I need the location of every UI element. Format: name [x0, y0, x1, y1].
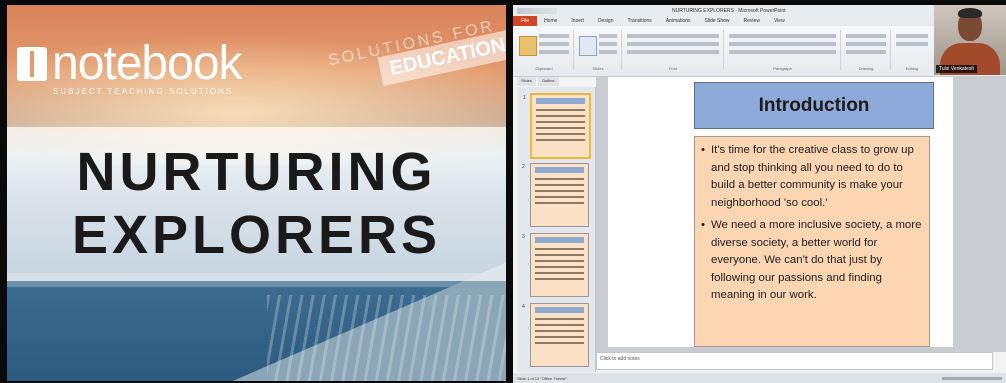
group-label: Editing [905, 66, 919, 71]
bullet-text: It's time for the creative class to grow… [711, 144, 914, 209]
group-drawing: Drawing [842, 30, 891, 71]
slide-thumbnail[interactable]: 3 [522, 233, 589, 297]
group-editing: Editing [892, 30, 932, 71]
boat-rigging [267, 295, 506, 381]
slide-number: 2 [522, 164, 525, 170]
slide-pane-tabs: Slides Outline [517, 77, 587, 86]
window-title: NURTURING EXPLORERS - Microsoft PowerPoi… [672, 7, 786, 14]
group-label: Paragraph [773, 66, 792, 71]
webcam-name-label: Tulsi Venkatesh [936, 65, 978, 73]
group-label: Slides [592, 66, 604, 71]
ribbon-tabs: File Home Insert Design Transitions Anim… [513, 16, 1006, 26]
zoom-slider[interactable] [942, 376, 1002, 380]
bullet-item: • It's time for the creative class to gro… [701, 142, 925, 212]
slide-thumbnail[interactable]: 2 [522, 163, 589, 227]
current-slide[interactable]: Introduction • It's time for the creative… [608, 77, 953, 347]
group-paragraph: Paragraph [725, 30, 841, 71]
slide-thumbnails: 1 2 3 4 [517, 87, 596, 372]
tab-outline-pane[interactable]: Outline [537, 77, 559, 86]
tab-view[interactable]: View [767, 18, 792, 24]
slide-number: 1 [523, 95, 526, 101]
bullet-text: We need a more inclusive society, a more… [711, 219, 922, 301]
ribbon: Clipboard Slides Font Paragraph Drawing … [513, 26, 1006, 77]
book-icon [17, 47, 47, 81]
notebook-logo: notebook [17, 37, 243, 90]
slide-heading[interactable]: Introduction [694, 82, 934, 129]
slide-thumbnail[interactable]: 4 [522, 303, 589, 367]
tab-review[interactable]: Review [737, 18, 767, 24]
tab-transitions[interactable]: Transitions [621, 18, 659, 24]
new-slide-icon[interactable] [579, 36, 597, 56]
group-clipboard: Clipboard [515, 30, 574, 71]
logo-tagline: SUBJECT TEACHING SOLUTIONS [53, 87, 234, 96]
logo-wordmark: notebook [52, 37, 243, 90]
title-card: notebook SUBJECT TEACHING SOLUTIONS SOLU… [7, 5, 506, 381]
slide-thumbnail[interactable]: 1 [523, 93, 591, 159]
presenter-hair [958, 8, 982, 18]
tab-home[interactable]: Home [537, 18, 564, 24]
tab-animations[interactable]: Animations [659, 18, 698, 24]
powerpoint-window: NURTURING EXPLORERS - Microsoft PowerPoi… [513, 5, 1006, 383]
group-label: Clipboard [535, 66, 553, 71]
slide-number: 4 [522, 304, 525, 310]
title-line-2: EXPLORERS [71, 205, 442, 265]
status-text: Slide 1 of 13 "Office Theme" [517, 375, 568, 381]
webcam-overlay: Tulsi Venkatesh [934, 5, 1006, 75]
tab-slides-pane[interactable]: Slides [517, 77, 536, 86]
status-bar: Slide 1 of 13 "Office Theme" [513, 373, 1006, 383]
slide-body[interactable]: • It's time for the creative class to gro… [694, 136, 930, 347]
paste-icon[interactable] [519, 36, 537, 56]
tab-insert[interactable]: Insert [564, 18, 591, 24]
group-slides: Slides [575, 30, 622, 71]
group-font: Font [623, 30, 724, 71]
tab-file[interactable]: File [513, 16, 538, 26]
bullet-item: • We need a more inclusive society, a mor… [701, 217, 925, 305]
notes-pane[interactable]: Click to add notes [596, 352, 993, 370]
tab-slideshow[interactable]: Slide Show [698, 18, 737, 24]
quick-access-toolbar[interactable] [517, 7, 557, 14]
tab-design[interactable]: Design [591, 18, 621, 24]
group-label: Font [668, 66, 677, 71]
group-label: Drawing [858, 66, 874, 71]
slide-number: 3 [522, 234, 525, 240]
title-bar: NURTURING EXPLORERS - Microsoft PowerPoi… [513, 5, 1006, 16]
title-line-1: NURTURING [76, 142, 437, 202]
slide-canvas: Introduction • It's time for the creative… [596, 77, 1006, 352]
